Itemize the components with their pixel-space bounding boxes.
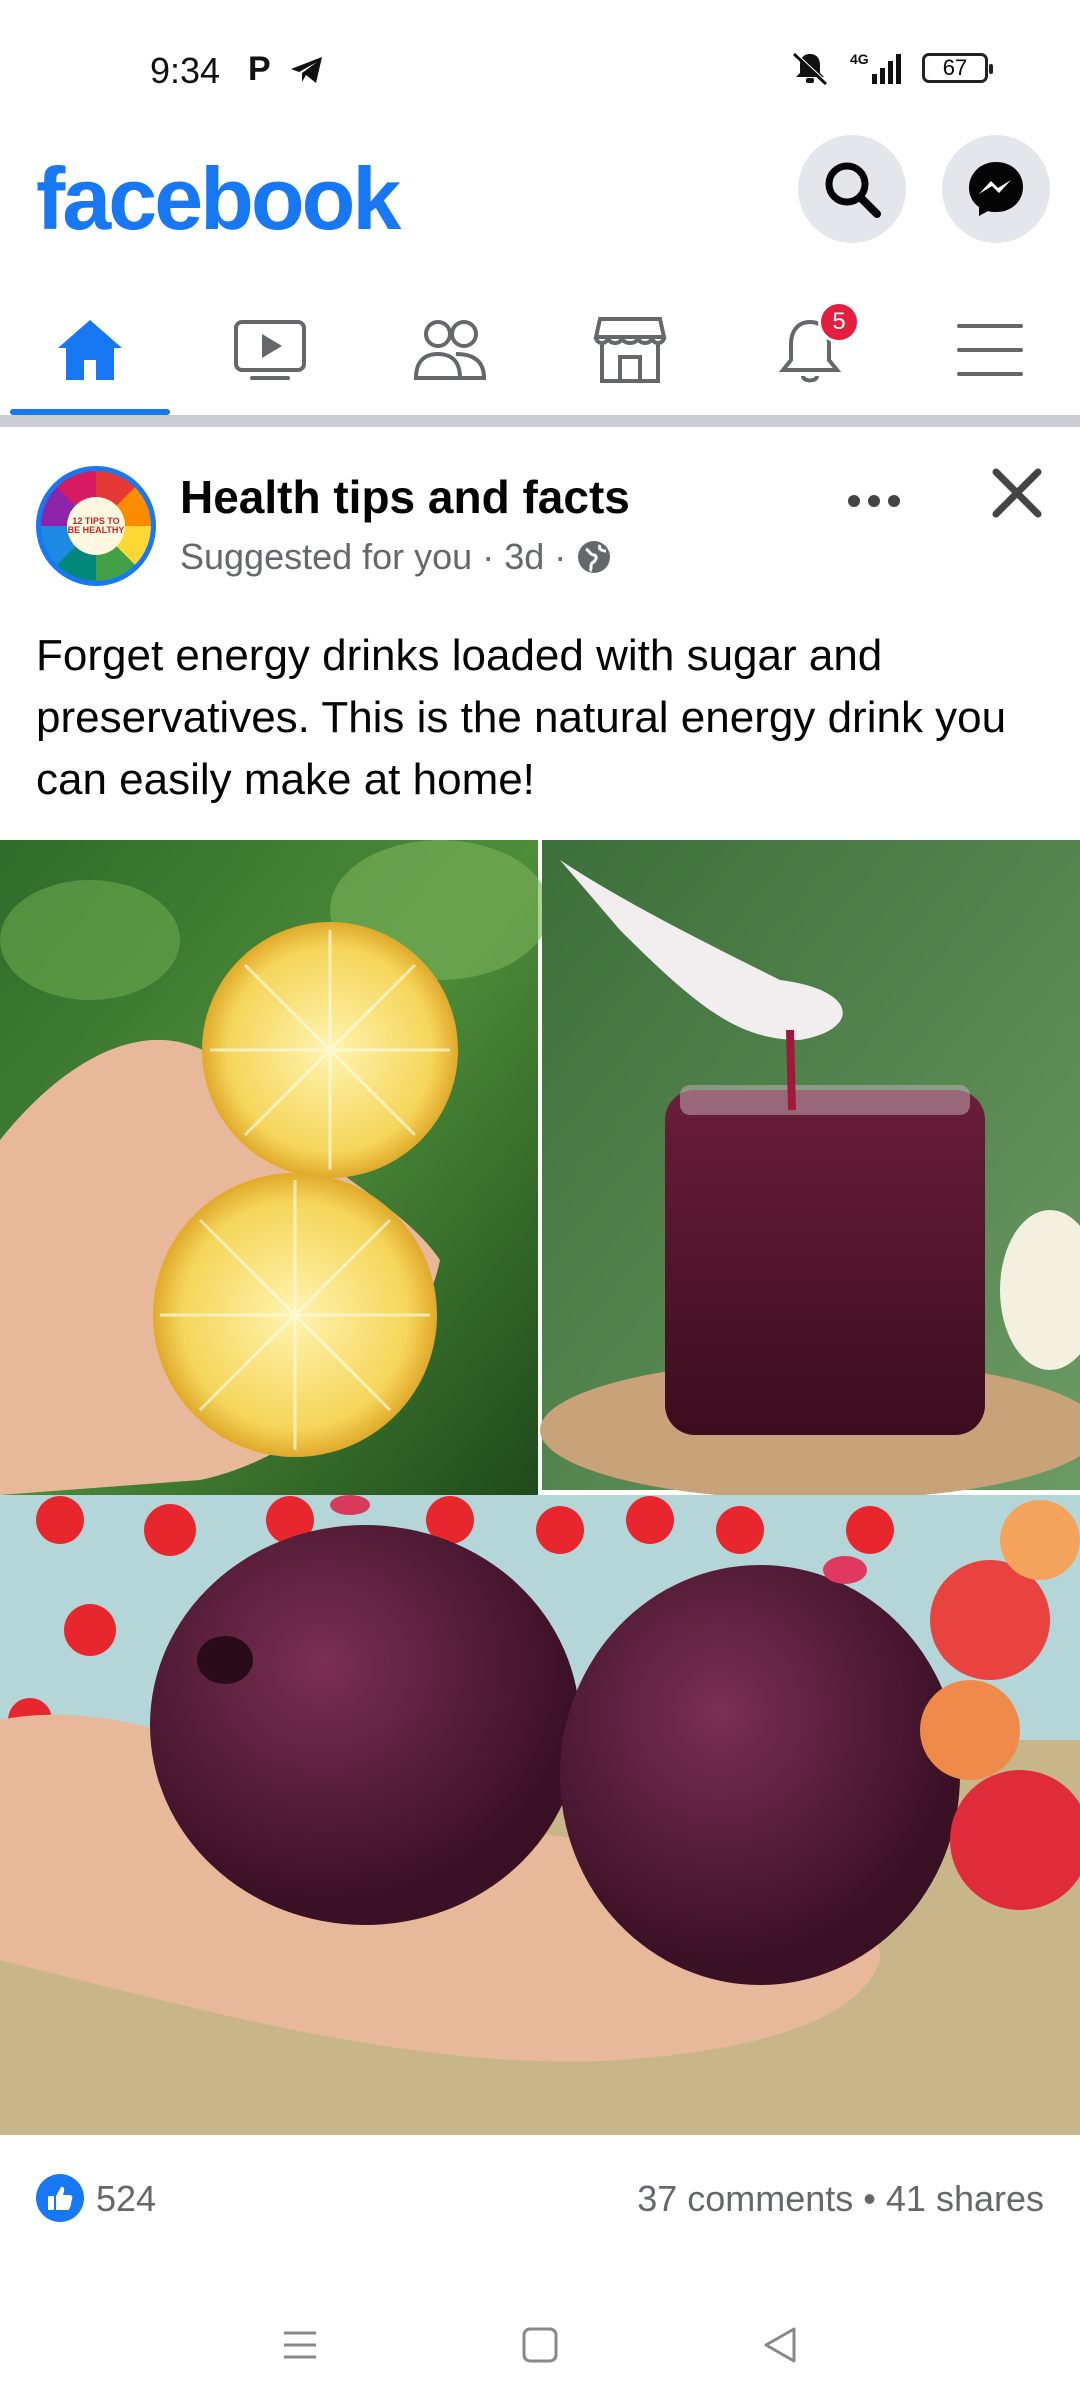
close-icon bbox=[992, 468, 1042, 518]
marketplace-icon bbox=[593, 317, 667, 383]
post-image[interactable] bbox=[0, 840, 1080, 2135]
messenger-button[interactable] bbox=[942, 135, 1050, 243]
mute-icon bbox=[792, 52, 830, 86]
like-reaction-icon bbox=[36, 2174, 84, 2222]
more-icon bbox=[848, 495, 900, 507]
search-button[interactable] bbox=[798, 135, 906, 243]
post-author[interactable]: Health tips and facts bbox=[180, 470, 630, 524]
notification-badge: 5 bbox=[818, 301, 860, 343]
like-count[interactable]: 524 bbox=[96, 2178, 156, 2220]
status-right: 4G 67 bbox=[790, 50, 993, 86]
post-image-collage bbox=[0, 840, 1080, 2135]
status-bar: 9:34 P 4G 67 bbox=[0, 0, 1080, 130]
more-options-button[interactable] bbox=[846, 470, 902, 520]
tab-marketplace[interactable] bbox=[540, 285, 720, 415]
system-nav-bar bbox=[0, 2290, 1080, 2400]
beetroot-image bbox=[0, 1495, 1080, 2135]
post-text: Forget energy drinks loaded with sugar a… bbox=[36, 631, 1007, 804]
friends-icon bbox=[413, 320, 487, 380]
search-icon bbox=[825, 162, 881, 218]
p-icon: P bbox=[248, 50, 271, 88]
post-stats: 524 37 comments • 41 shares bbox=[0, 2160, 1080, 2240]
facebook-logo[interactable]: facebook bbox=[36, 148, 401, 250]
thumbs-up-icon bbox=[48, 2186, 73, 2210]
battery-indicator: 67 bbox=[922, 53, 993, 83]
status-left-icons: P bbox=[248, 50, 325, 89]
battery-level: 67 bbox=[942, 55, 968, 80]
tab-home[interactable] bbox=[0, 285, 180, 415]
avatar[interactable]: 12 TIPS TO BE HEALTHY bbox=[36, 466, 156, 586]
nav-divider bbox=[0, 415, 1080, 427]
main-nav: 5 bbox=[0, 285, 1080, 415]
lemon-image bbox=[0, 840, 550, 1495]
video-icon bbox=[234, 320, 306, 380]
comments-shares[interactable]: 37 comments • 41 shares bbox=[637, 2178, 1044, 2220]
post-header: 12 TIPS TO BE HEALTHY Health tips and fa… bbox=[0, 440, 1080, 600]
tab-notifications[interactable]: 5 bbox=[720, 285, 900, 415]
svg-text:4G: 4G bbox=[850, 51, 869, 67]
app-header: facebook bbox=[0, 130, 1080, 270]
menu-icon bbox=[957, 324, 1023, 376]
post-meta: Suggested for you · 3d · bbox=[180, 536, 612, 578]
post-meta-text: Suggested for you · 3d · bbox=[180, 536, 567, 577]
juice-jar-image bbox=[540, 840, 1080, 1500]
globe-icon bbox=[578, 541, 611, 573]
tab-friends[interactable] bbox=[360, 285, 540, 415]
back-icon[interactable] bbox=[760, 2325, 800, 2365]
status-time: 9:34 bbox=[150, 50, 221, 91]
tab-video[interactable] bbox=[180, 285, 360, 415]
tab-menu[interactable] bbox=[900, 285, 1080, 415]
messenger-icon bbox=[969, 162, 1023, 216]
hide-post-button[interactable] bbox=[990, 466, 1044, 525]
home-button-icon[interactable] bbox=[520, 2325, 560, 2365]
signal-icon: 4G bbox=[850, 51, 901, 84]
telegram-icon bbox=[290, 56, 322, 83]
recent-apps-icon[interactable] bbox=[280, 2325, 320, 2365]
avatar-text: 12 TIPS TO BE HEALTHY bbox=[67, 497, 125, 555]
home-icon bbox=[58, 320, 122, 380]
